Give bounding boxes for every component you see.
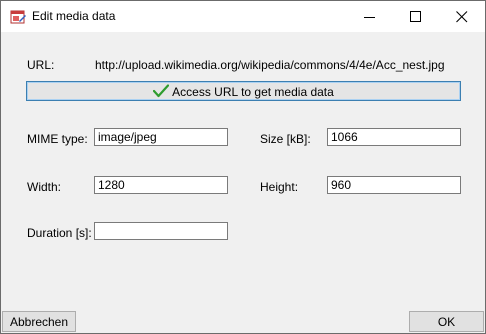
access-url-button-label: Access URL to get media data — [172, 85, 334, 99]
title-bar[interactable]: Edit media data — [1, 1, 485, 32]
ok-button[interactable]: OK — [409, 311, 484, 332]
width-label: Width: — [27, 180, 62, 194]
window-title: Edit media data — [32, 9, 116, 23]
size-label: Size [kB]: — [260, 132, 311, 146]
maximize-icon — [410, 11, 421, 22]
maximize-button[interactable] — [393, 1, 439, 32]
minimize-icon — [364, 17, 375, 18]
close-icon — [456, 11, 468, 23]
mime-type-input[interactable] — [94, 128, 228, 146]
size-input[interactable] — [327, 128, 461, 146]
height-input[interactable] — [327, 176, 461, 194]
duration-input[interactable] — [94, 222, 228, 240]
access-url-button[interactable]: Access URL to get media data — [26, 81, 461, 101]
app-icon — [10, 9, 26, 25]
cancel-button[interactable]: Abbrechen — [2, 311, 76, 332]
edit-media-dialog: Edit media data URL: http://upload.wikim… — [0, 0, 486, 334]
width-input[interactable] — [94, 176, 228, 194]
minimize-button[interactable] — [347, 1, 393, 32]
url-label: URL: — [27, 58, 55, 72]
checkmark-icon — [153, 84, 170, 98]
url-value: http://upload.wikimedia.org/wikipedia/co… — [95, 58, 445, 72]
close-button[interactable] — [439, 1, 485, 32]
mime-type-label: MIME type: — [27, 132, 88, 146]
duration-label: Duration [s]: — [27, 226, 92, 240]
height-label: Height: — [260, 180, 299, 194]
